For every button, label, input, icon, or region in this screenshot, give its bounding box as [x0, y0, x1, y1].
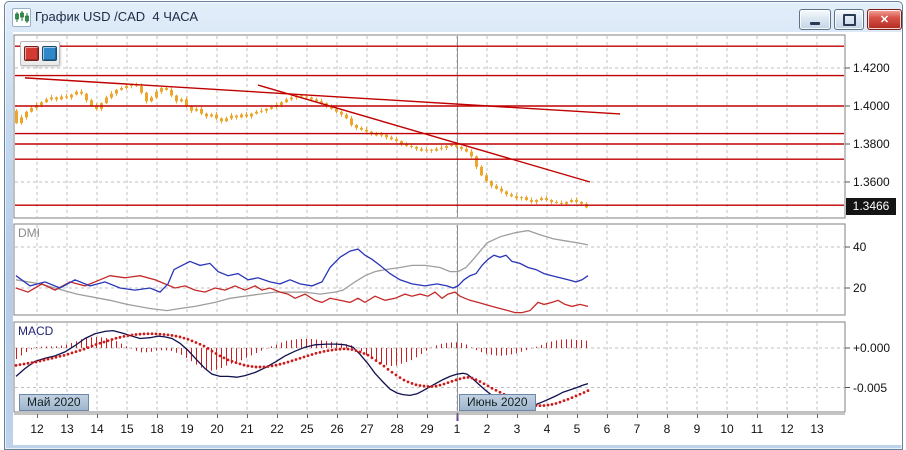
- price-chart-panel[interactable]: [14, 35, 845, 218]
- date-label: 8: [663, 422, 671, 436]
- date-label: 14: [90, 422, 104, 436]
- date-label: 13: [810, 422, 824, 436]
- dmi-axis-label: 40: [853, 240, 867, 254]
- date-label: 5: [573, 422, 581, 436]
- date-label: 22: [270, 422, 284, 436]
- date-label: 9: [693, 422, 701, 436]
- date-label: 12: [30, 422, 44, 436]
- screenshot-stage: { "window": { "title": "График USD /CAD …: [0, 0, 906, 450]
- blue-marker-button[interactable]: [41, 46, 57, 61]
- date-label: 25: [300, 422, 314, 436]
- macd-axis-label: +0.000: [853, 341, 891, 355]
- month-label-june: Июнь 2020: [459, 394, 536, 411]
- macd-axis-label: -0.005: [853, 380, 888, 395]
- date-label: 20: [210, 422, 224, 436]
- date-label: 18: [150, 422, 164, 436]
- date-label: 4: [543, 422, 551, 436]
- date-label: 10: [720, 422, 734, 436]
- chart-toolbar: [20, 41, 60, 66]
- price-axis-label: 1.3600: [853, 175, 890, 189]
- current-price-tag: 1.3466: [846, 198, 896, 215]
- date-label: 1: [453, 422, 461, 436]
- dmi-panel[interactable]: [14, 224, 845, 315]
- date-label: 7: [633, 422, 641, 436]
- dmi-axis-label: 20: [853, 281, 867, 295]
- date-label: 11: [750, 422, 764, 436]
- date-label: 28: [390, 422, 404, 436]
- date-label: 26: [330, 422, 344, 436]
- date-label: 3: [513, 422, 521, 436]
- date-label: 6: [603, 422, 611, 436]
- price-axis-label: 1.4000: [853, 99, 890, 113]
- month-label-may: Май 2020: [19, 394, 89, 411]
- price-axis-label: 1.3800: [853, 137, 890, 151]
- date-label: 29: [420, 422, 434, 436]
- date-label: 27: [360, 422, 374, 436]
- date-label: 15: [120, 422, 134, 436]
- price-axis-label: 1.4200: [853, 61, 890, 75]
- date-label: 2: [483, 422, 491, 436]
- macd-label: MACD: [18, 324, 54, 338]
- date-label: 19: [180, 422, 194, 436]
- date-label: 13: [60, 422, 74, 436]
- dmi-label: DMI: [18, 226, 40, 240]
- date-label: 12: [780, 422, 794, 436]
- date-label: 21: [240, 422, 254, 436]
- macd-panel[interactable]: [14, 322, 845, 412]
- red-marker-button[interactable]: [23, 46, 39, 61]
